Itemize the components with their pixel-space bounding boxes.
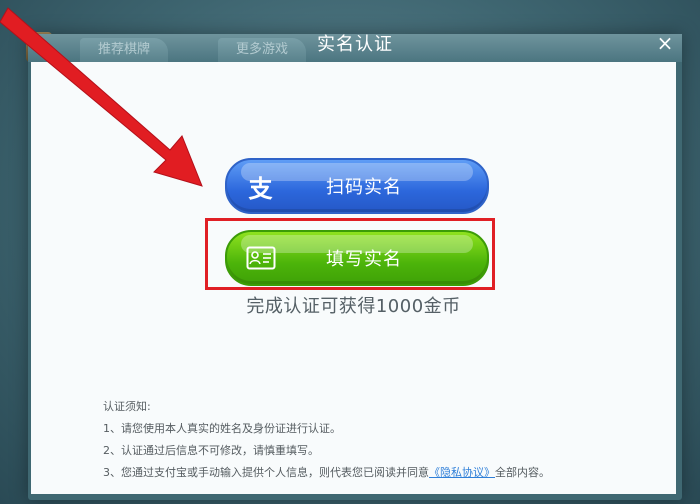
dialog-titlebar: 推荐棋牌 更多游戏 实名认证 × [28,32,682,62]
privacy-agreement-link[interactable]: 《隐私协议》 [429,466,495,479]
scan-verify-label: 扫码实名 [326,177,402,198]
notice-line-1: 1、请您使用本人真实的姓名及身份证进行认证。 [103,422,341,435]
real-name-dialog: 推荐棋牌 更多游戏 实名认证 × 支 扫码实名 填写实名 完成认证可获得1000… [28,32,682,500]
notice-line-3: 3、您通过支付宝或手动输入提供个人信息，则代表您已阅读并同意《隐私协议》全部内容… [103,462,663,484]
notice-line-3-text: 3、您通过支付宝或手动输入提供个人信息，则代表您已阅读并同意 [103,466,429,479]
reward-text: 完成认证可获得1000金币 [246,296,461,317]
notice-line-2: 2、认证通过后信息不可修改，请慎重填写。 [103,444,319,457]
notice-section: 认证须知: 1、请您使用本人真实的姓名及身份证进行认证。 2、认证通过后信息不可… [103,396,663,484]
dialog-content: 支 扫码实名 填写实名 完成认证可获得1000金币 认证须知: 1、请您使用本人… [31,62,676,494]
close-icon[interactable]: × [654,32,676,54]
highlight-box [205,218,495,290]
dialog-title: 实名认证 [317,34,393,55]
notice-line-3-suffix: 全部内容。 [495,466,550,479]
notice-heading: 认证须知: [103,400,151,413]
scan-verify-button[interactable]: 支 扫码实名 [225,158,489,214]
